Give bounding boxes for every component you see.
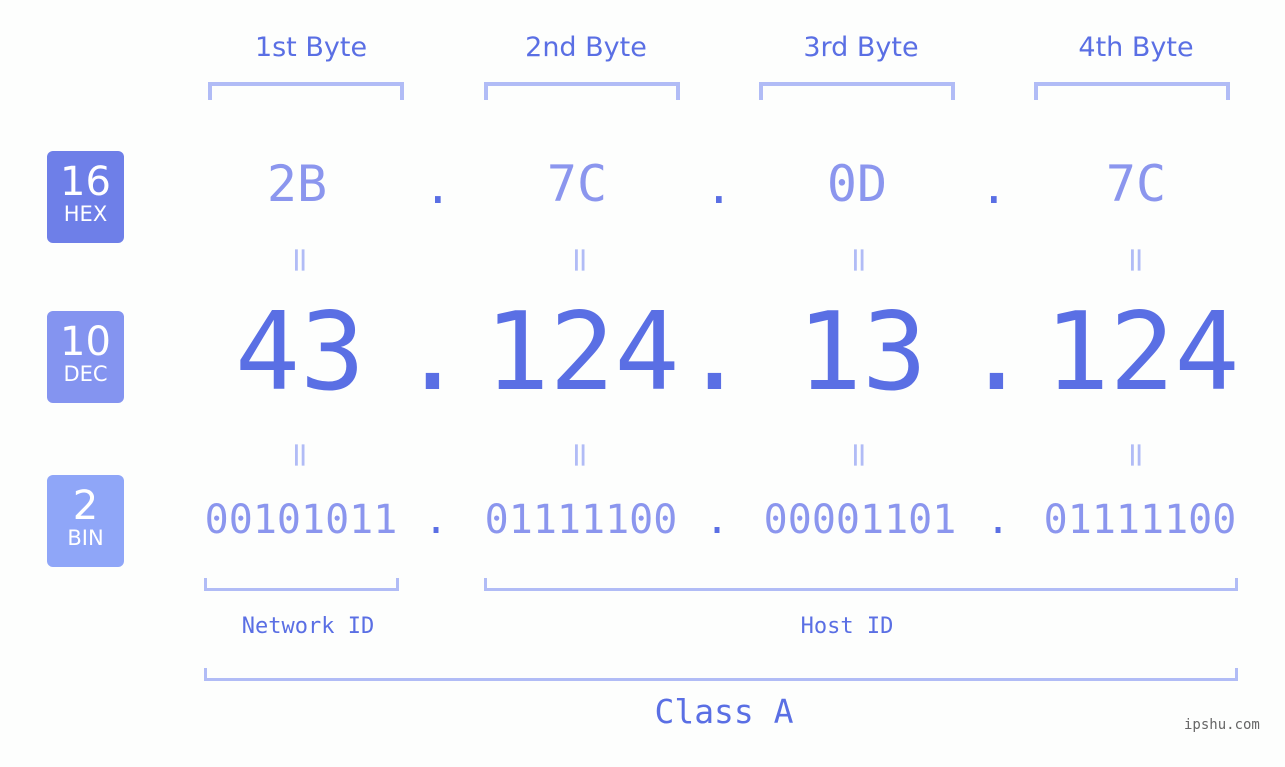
bin-byte-2: 01111100 [484, 497, 678, 543]
dec-separator-3: . [964, 290, 1030, 415]
hex-separator-3: . [980, 160, 1008, 214]
class-label: Class A [654, 692, 794, 731]
bin-byte-1: 00101011 [204, 497, 398, 543]
equals-icon: = [560, 245, 600, 275]
class-bracket [204, 668, 1238, 681]
hex-badge: 16 HEX [47, 151, 124, 243]
hex-separator-2: . [705, 160, 733, 214]
bin-badge: 2 BIN [47, 475, 124, 567]
hex-byte-1: 2B [266, 155, 328, 213]
equals-icon: = [560, 440, 600, 470]
hex-byte-4: 7C [1105, 155, 1167, 213]
equals-icon: = [839, 245, 879, 275]
dec-byte-2: 124 [484, 290, 680, 415]
hex-byte-2: 7C [546, 155, 608, 213]
bin-separator-3: . [986, 497, 1011, 543]
dec-byte-1: 43 [234, 290, 366, 415]
watermark: ipshu.com [1184, 717, 1260, 733]
header-byte-4: 4th Byte [1078, 32, 1194, 63]
equals-icon: = [1116, 245, 1156, 275]
bin-byte-3: 00001101 [763, 497, 957, 543]
host-id-bracket [484, 578, 1238, 591]
host-id-label: Host ID [800, 614, 894, 639]
dec-badge: 10 DEC [47, 311, 124, 403]
header-byte-3: 3rd Byte [803, 32, 919, 63]
bin-badge-label: BIN [67, 526, 104, 550]
dec-byte-4: 124 [1044, 290, 1240, 415]
bracket-byte-4 [1034, 82, 1230, 100]
bracket-byte-3 [759, 82, 955, 100]
header-byte-1: 1st Byte [254, 32, 368, 63]
bracket-byte-2 [484, 82, 680, 100]
bin-separator-2: . [705, 497, 730, 543]
dec-badge-number: 10 [60, 319, 111, 365]
bin-separator-1: . [424, 497, 449, 543]
dec-separator-2: . [682, 290, 748, 415]
hex-badge-number: 16 [60, 159, 111, 205]
dec-byte-3: 13 [796, 290, 928, 415]
network-id-bracket [204, 578, 399, 591]
hex-badge-label: HEX [63, 202, 108, 226]
equals-icon: = [280, 440, 320, 470]
bin-badge-number: 2 [72, 483, 99, 529]
hex-byte-3: 0D [826, 155, 888, 213]
bracket-byte-1 [208, 82, 404, 100]
bin-byte-4: 01111100 [1043, 497, 1237, 543]
header-byte-2: 2nd Byte [525, 32, 647, 63]
network-id-label: Network ID [241, 614, 375, 639]
equals-icon: = [1116, 440, 1156, 470]
equals-icon: = [280, 245, 320, 275]
hex-separator-1: . [424, 160, 452, 214]
dec-separator-1: . [400, 290, 466, 415]
dec-badge-label: DEC [63, 362, 108, 386]
equals-icon: = [839, 440, 879, 470]
